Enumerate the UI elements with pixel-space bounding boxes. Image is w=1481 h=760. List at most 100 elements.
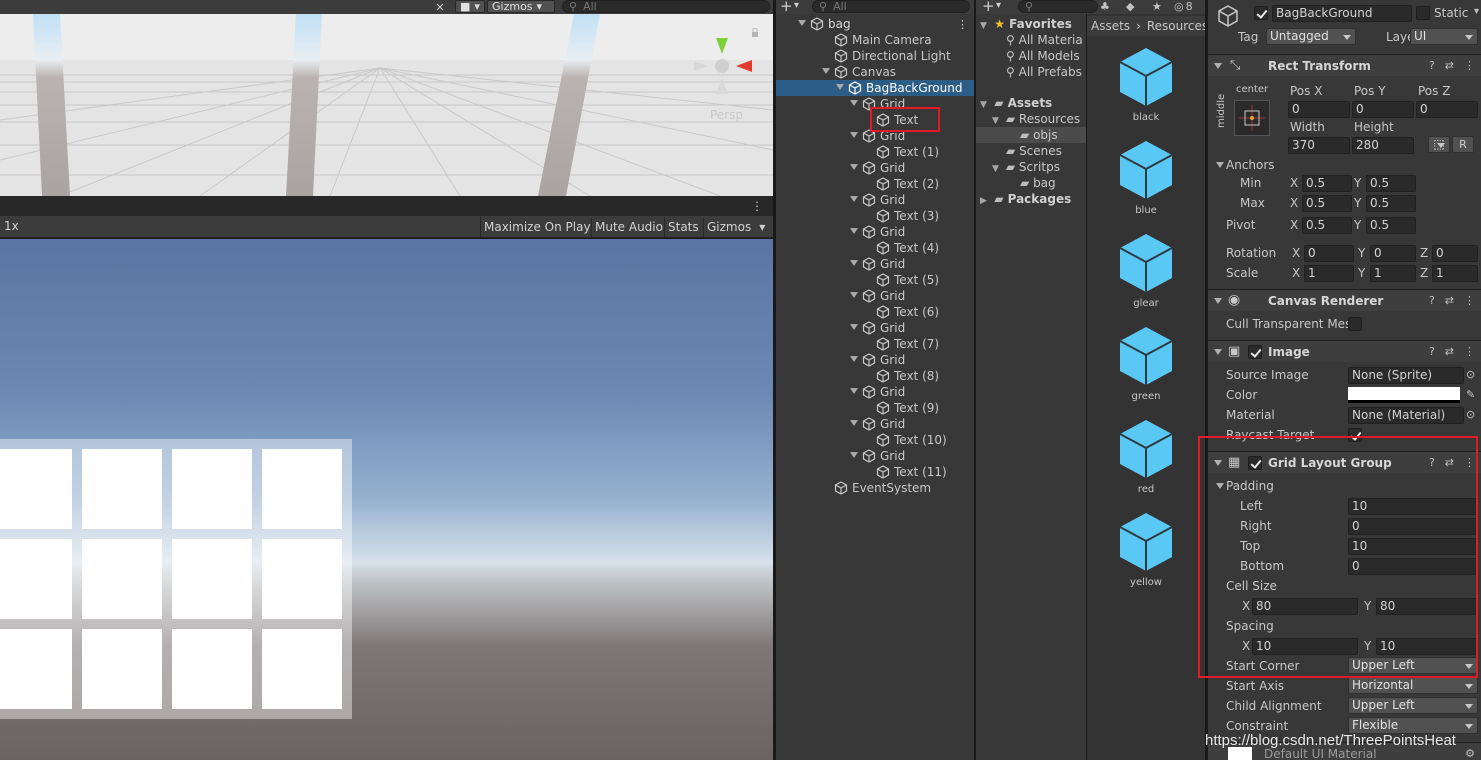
packages-folder[interactable]: ▶ ▰ Packages [980,191,1071,207]
chevron-down-icon[interactable] [850,292,858,298]
scale-label[interactable]: 1x [4,219,19,233]
anchor-max-x-field[interactable]: 0.5 [1302,195,1352,212]
start-axis-dropdown[interactable]: Horizontal [1348,677,1478,694]
hierarchy-item[interactable]: Grid [776,192,974,208]
favorite-star-icon[interactable]: ★ [1152,0,1162,13]
hierarchy-item[interactable]: Grid [776,384,974,400]
pivot-y-field[interactable]: 0.5 [1366,217,1416,234]
hierarchy-item[interactable]: Text (5) [776,272,974,288]
hierarchy-item[interactable]: Grid [776,160,974,176]
chevron-down-icon[interactable] [850,420,858,426]
chevron-down-icon[interactable]: ▾ [1474,6,1479,17]
chevron-down-icon[interactable]: ▾ [794,0,799,11]
blueprint-mode-button[interactable]: ⬚ [1428,136,1450,153]
help-icon[interactable]: ? [1429,294,1435,307]
canvas-renderer-header[interactable]: ◉ Canvas Renderer ? ⇄ ⋮ [1208,289,1481,311]
game-gizmos-dropdown[interactable]: Gizmos ▾ [703,217,773,237]
hierarchy-item[interactable]: Grid [776,256,974,272]
hierarchy-item[interactable]: Grid [776,448,974,464]
hierarchy-item[interactable]: Text (3) [776,208,974,224]
rotation-y-field[interactable]: 0 [1370,245,1416,262]
chevron-down-icon[interactable] [850,324,858,330]
chevron-down-icon[interactable] [850,388,858,394]
kebab-menu-icon[interactable]: ⋮ [1464,59,1475,72]
folder-scenes[interactable]: ▰ Scenes [1006,143,1062,159]
anchor-preset-button[interactable] [1234,100,1270,136]
kebab-menu-icon[interactable]: ⋮ [1464,294,1475,307]
tag-dropdown[interactable]: Untagged [1266,28,1356,45]
material-field[interactable]: None (Material) [1348,407,1464,424]
chevron-down-icon[interactable] [822,68,830,74]
filter-type-icon[interactable]: ♣ [1100,0,1110,13]
hierarchy-item[interactable]: Grid [776,416,974,432]
mute-audio-button[interactable]: Mute Audio [591,217,666,237]
lock-icon[interactable] [751,28,759,38]
image-header[interactable]: ▣ Image ? ⇄ ⋮ [1208,340,1481,362]
rotation-z-field[interactable]: 0 [1432,245,1478,262]
static-checkbox[interactable] [1416,6,1430,20]
pivot-x-field[interactable]: 0.5 [1302,217,1352,234]
hierarchy-item[interactable]: Text (1) [776,144,974,160]
chevron-down-icon[interactable] [850,452,858,458]
chevron-down-icon[interactable] [836,84,844,90]
scene-gizmos-dropdown[interactable]: Gizmos ▾ [487,0,555,13]
favorites-section[interactable]: ▼ ★ Favorites [980,16,1072,32]
hierarchy-item[interactable]: Directional Light [776,48,974,64]
scale-y-field[interactable]: 1 [1370,265,1416,282]
child-alignment-dropdown[interactable]: Upper Left [1348,697,1478,714]
help-icon[interactable]: ? [1429,59,1435,72]
pos-y-field[interactable]: 0 [1352,101,1414,118]
preset-icon[interactable]: ⇄ [1445,345,1454,358]
asset-item[interactable]: red [1087,418,1205,495]
rect-transform-header[interactable]: ⤡ Rect Transform ? ⇄ ⋮ [1208,54,1481,76]
folder-resources[interactable]: ▼ ▰ Resources [992,111,1080,127]
hidden-packages-toggle[interactable]: ◎ 8 [1174,0,1193,13]
pos-x-field[interactable]: 0 [1288,101,1350,118]
asset-item[interactable]: black [1087,46,1205,123]
chevron-down-icon[interactable] [850,132,858,138]
asset-item[interactable]: green [1087,325,1205,402]
chevron-down-icon[interactable] [850,100,858,106]
tools-icon[interactable]: ✕ [430,0,450,14]
scale-z-field[interactable]: 1 [1432,265,1478,282]
width-field[interactable]: 370 [1288,137,1350,154]
chevron-down-icon[interactable] [850,260,858,266]
hierarchy-item[interactable]: Text (8) [776,368,974,384]
cull-transparent-checkbox[interactable] [1348,317,1362,331]
favorites-item-all-materials[interactable]: ⚲ All Materia [1006,32,1083,48]
asset-item[interactable]: yellow [1087,511,1205,588]
hierarchy-item[interactable]: Text (4) [776,240,974,256]
chevron-down-icon[interactable]: ▾ [996,0,1001,11]
chevron-down-icon[interactable] [850,228,858,234]
project-search-input[interactable]: ⚲ [1018,0,1098,13]
hierarchy-item[interactable]: Text (11) [776,464,974,480]
chevron-down-icon[interactable] [850,164,858,170]
kebab-menu-icon[interactable]: ⋮ [1464,345,1475,358]
fold-arrow-icon[interactable] [1216,162,1224,168]
anchor-min-x-field[interactable]: 0.5 [1302,175,1352,192]
scene-view[interactable]: ✕ ■ ▾ Gizmos ▾ ⚲ All Persp [0,0,773,196]
kebab-menu-icon[interactable]: ⋮ [957,18,968,31]
eyedropper-icon[interactable]: ✎ [1466,388,1475,401]
folder-bag[interactable]: ▰ bag [1020,175,1056,191]
game-view[interactable] [0,239,773,760]
chevron-down-icon[interactable] [798,20,806,26]
hierarchy-item[interactable]: Text (10) [776,432,974,448]
help-icon[interactable]: ? [1429,345,1435,358]
hierarchy-item[interactable]: Grid [776,352,974,368]
stats-button[interactable]: Stats [664,217,702,237]
raw-edit-button[interactable]: R [1452,136,1474,153]
add-icon[interactable]: + [780,0,793,15]
object-picker-icon[interactable]: ⊙ [1466,408,1475,421]
kebab-menu-icon[interactable]: ⋮ [751,199,763,213]
source-image-field[interactable]: None (Sprite) [1348,367,1464,384]
hierarchy-item[interactable]: Text (9) [776,400,974,416]
maximize-on-play-button[interactable]: Maximize On Play [480,217,594,237]
active-checkbox[interactable] [1254,6,1268,20]
object-picker-icon[interactable]: ⊙ [1466,368,1475,381]
height-field[interactable]: 280 [1352,137,1414,154]
persp-label[interactable]: Persp [710,108,743,122]
settings-icon[interactable]: ⚙ [1465,747,1475,760]
folder-scritps[interactable]: ▼ ▰ Scritps [992,159,1060,175]
hierarchy-item[interactable]: Grid [776,224,974,240]
